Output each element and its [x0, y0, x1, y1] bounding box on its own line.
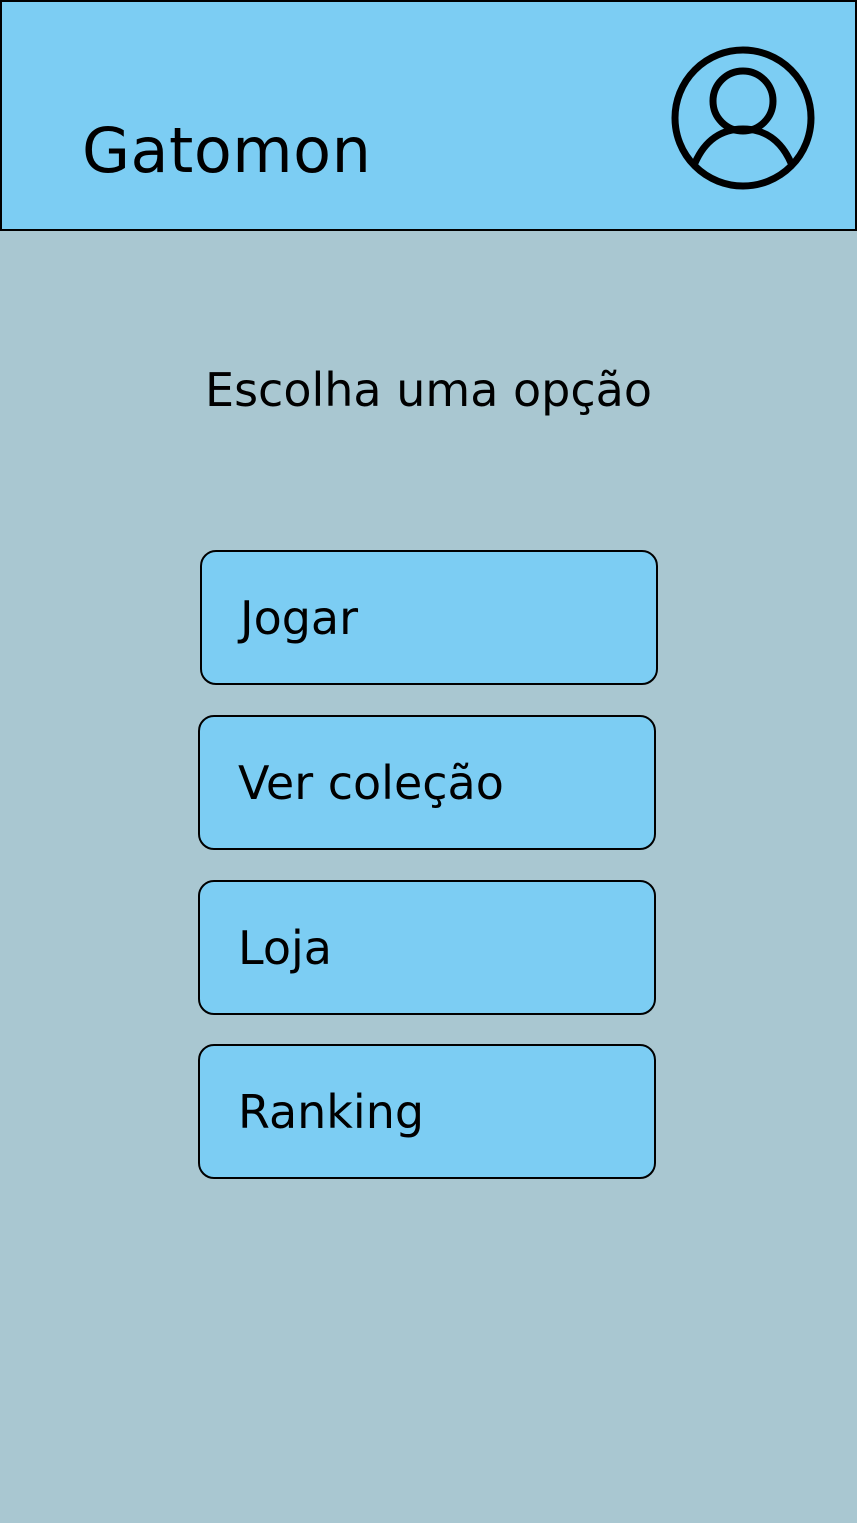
view-collection-button[interactable]: Ver coleção: [198, 715, 656, 850]
choose-option-heading: Escolha uma opção: [205, 363, 652, 417]
play-button[interactable]: Jogar: [200, 550, 658, 685]
main-menu-area: Escolha uma opção Jogar Ver coleção Loja…: [0, 231, 857, 1523]
app-title: Gatomon: [82, 113, 372, 187]
ranking-button[interactable]: Ranking: [198, 1044, 656, 1179]
shop-button[interactable]: Loja: [198, 880, 656, 1015]
user-circle-icon[interactable]: [670, 45, 816, 191]
app-header: Gatomon: [0, 0, 857, 231]
